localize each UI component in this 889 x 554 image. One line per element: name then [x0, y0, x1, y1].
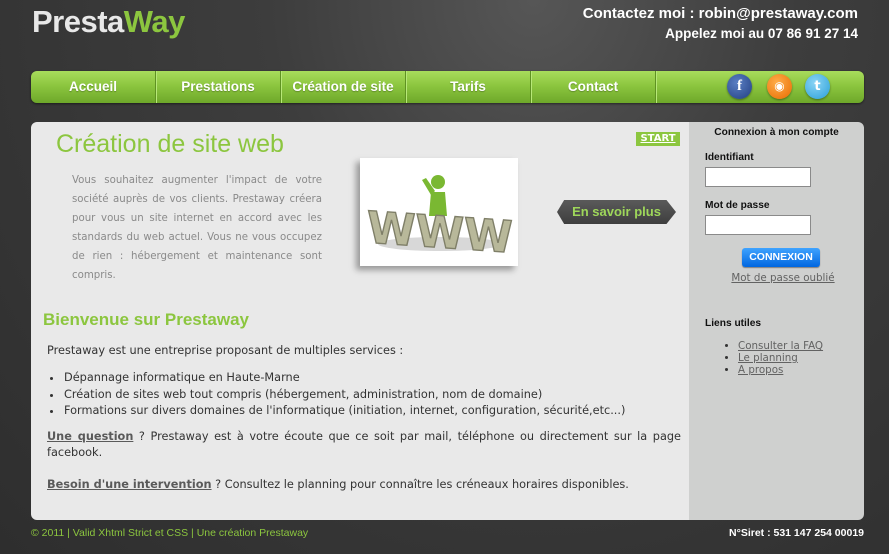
list-item: Formations sur divers domaines de l'info… — [63, 403, 625, 420]
faq-link[interactable]: Consulter la FAQ — [738, 340, 823, 352]
planning-link[interactable]: Le planning — [738, 352, 798, 364]
list-item: Le planning — [738, 352, 823, 364]
logo-text-way: Way — [123, 4, 186, 39]
footer-siret: N°Siret : 531 147 254 00019 — [729, 527, 864, 539]
facebook-icon[interactable]: f — [727, 74, 752, 99]
useful-links-list: Consulter la FAQ Le planning A propos — [722, 340, 823, 376]
question-paragraph: Une question ? Prestaway est à votre éco… — [47, 429, 681, 461]
list-item: Création de sites web tout compris (hébe… — [63, 387, 625, 404]
logo-text-presta: Presta — [32, 4, 124, 39]
identifiant-input[interactable] — [705, 167, 811, 187]
footer-copyright: © 2011 | Valid Xhtml Strict et CSS | Une… — [31, 527, 309, 539]
intervention-paragraph: Besoin d'une intervention ? Consultez le… — [47, 477, 681, 493]
welcome-title: Bienvenue sur Prestaway — [43, 310, 249, 329]
feature-title: Création de site web — [56, 130, 284, 158]
www-illustration: WWW — [367, 175, 513, 264]
welcome-intro: Prestaway est une entreprise proposant d… — [47, 344, 404, 357]
identifiant-label: Identifiant — [705, 152, 754, 163]
password-label: Mot de passe — [705, 200, 770, 211]
site-logo[interactable]: PrestaWay — [32, 4, 185, 40]
nav-item-creation-de-site[interactable]: Création de site — [281, 71, 405, 103]
nav-item-tarifs[interactable]: Tarifs — [406, 71, 530, 103]
intervention-link[interactable]: Besoin d'une intervention — [47, 478, 212, 491]
main-nav: Accueil Prestations Création de site Tar… — [31, 71, 864, 103]
nav-item-contact[interactable]: Contact — [531, 71, 655, 103]
password-input[interactable] — [705, 215, 811, 235]
useful-links-title: Liens utiles — [705, 318, 762, 329]
twitter-icon[interactable]: t — [805, 74, 830, 99]
www-image: WWW — [360, 158, 518, 266]
list-item: Consulter la FAQ — [738, 340, 823, 352]
rss-icon[interactable]: ◉ — [767, 74, 792, 99]
services-list: Dépannage informatique en Haute-Marne Cr… — [47, 370, 625, 420]
www-text: WWW — [367, 203, 513, 264]
contact-phone: Appelez moi au 07 86 91 27 14 — [665, 26, 858, 41]
feature-description: Vous souhaitez augmenter l'impact de vot… — [72, 175, 322, 281]
question-text: ? Prestaway est à votre écoute que ce so… — [47, 430, 681, 459]
intervention-text: ? Consultez le planning pour connaître l… — [211, 478, 629, 491]
contact-email: Contactez moi : robin@prestaway.com — [582, 5, 858, 22]
list-item: A propos — [738, 364, 823, 376]
question-link[interactable]: Une question — [47, 430, 133, 443]
nav-item-accueil[interactable]: Accueil — [31, 71, 155, 103]
list-item: Dépannage informatique en Haute-Marne — [63, 370, 625, 387]
nav-item-prestations[interactable]: Prestations — [156, 71, 280, 103]
connexion-button[interactable]: CONNEXION — [742, 248, 820, 267]
a-propos-link[interactable]: A propos — [738, 364, 783, 376]
en-savoir-plus-button[interactable]: En savoir plus — [557, 200, 676, 224]
nav-divider — [655, 71, 656, 103]
forgot-password-link[interactable]: Mot de passe oublié — [689, 272, 877, 284]
login-title: Connexion à mon compte — [714, 127, 839, 138]
start-link[interactable]: START — [636, 132, 680, 146]
